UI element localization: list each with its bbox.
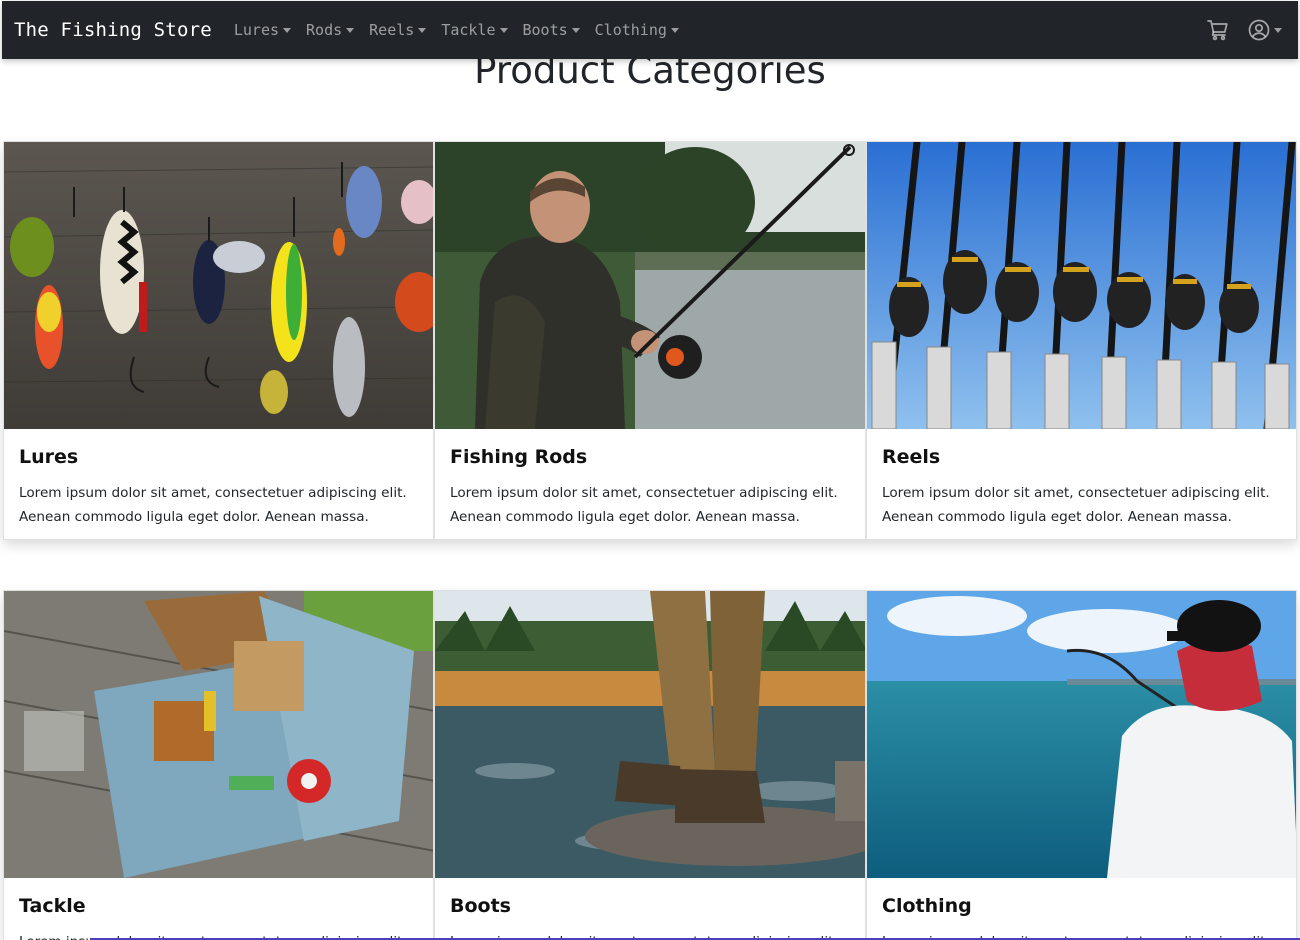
caret-down-icon [499, 28, 508, 33]
nav-item-label: Boots [522, 21, 568, 39]
card-title: Reels [882, 446, 941, 468]
card-body: Clothing Lorem ipsum dolor sit amet, con… [867, 878, 1296, 940]
caret-down-icon [418, 28, 427, 33]
account-dropdown[interactable] [1248, 19, 1282, 41]
caret-down-icon [571, 28, 580, 33]
nav-dropdown-rods[interactable]: Rods [306, 21, 355, 39]
card-text: Lorem ipsum dolor sit amet, consectetuer… [450, 485, 838, 525]
caret-down-icon [1274, 28, 1282, 33]
card-text: Lorem ipsum dolor sit amet, consectetuer… [19, 485, 407, 525]
nav-dropdown-boots[interactable]: Boots [523, 21, 580, 39]
nav-menu: Lures Rods Reels Tackle Boots Clothing [234, 21, 694, 39]
cart-icon[interactable] [1206, 18, 1230, 42]
nav-item-label: Reels [369, 21, 415, 39]
category-card-lures[interactable]: Lures Lorem ipsum dolor sit amet, consec… [3, 141, 434, 540]
user-circle-icon [1248, 19, 1270, 41]
rods-and-reels-photo [867, 142, 1296, 429]
nav-dropdown-lures[interactable]: Lures [233, 21, 292, 39]
card-body: Fishing Rods Lorem ipsum dolor sit amet,… [435, 429, 865, 529]
caret-down-icon [346, 28, 355, 33]
category-card-clothing[interactable]: Clothing Lorem ipsum dolor sit amet, con… [866, 590, 1297, 940]
nav-item-label: Rods [306, 21, 343, 39]
nav-dropdown-tackle[interactable]: Tackle [441, 21, 508, 39]
brand-link[interactable]: The Fishing Store [14, 19, 212, 41]
card-title: Tackle [19, 895, 86, 917]
card-title: Lures [19, 446, 79, 468]
top-navbar: The Fishing Store Lures Rods Reels Tackl… [2, 1, 1298, 59]
card-body: Boots Lorem ipsum dolor sit amet, consec… [435, 878, 865, 940]
caret-down-icon [283, 28, 292, 33]
nav-item-label: Tackle [441, 21, 496, 39]
card-body: Tackle Lorem ipsum dolor sit amet, conse… [4, 878, 433, 940]
category-card-reels[interactable]: Reels Lorem ipsum dolor sit amet, consec… [866, 141, 1297, 540]
wading-boots-photo [435, 591, 865, 878]
nav-dropdown-clothing[interactable]: Clothing [595, 21, 679, 39]
category-card-tackle[interactable]: Tackle Lorem ipsum dolor sit amet, conse… [3, 590, 434, 940]
category-card-fishing-rods[interactable]: Fishing Rods Lorem ipsum dolor sit amet,… [434, 141, 866, 540]
card-body: Lures Lorem ipsum dolor sit amet, consec… [4, 429, 433, 529]
angler-with-rod-photo [435, 142, 865, 429]
angler-at-sea-photo [867, 591, 1296, 878]
lures-photo [4, 142, 433, 429]
nav-item-label: Lures [233, 21, 280, 39]
card-text: Lorem ipsum dolor sit amet, consectetuer… [882, 485, 1270, 525]
nav-right [1206, 18, 1282, 42]
category-card-boots[interactable]: Boots Lorem ipsum dolor sit amet, consec… [434, 590, 866, 940]
card-title: Clothing [882, 895, 972, 917]
caret-down-icon [670, 28, 679, 33]
page: The Fishing Store Lures Rods Reels Tackl… [0, 0, 1300, 940]
tackle-box-photo [4, 591, 433, 878]
card-title: Fishing Rods [450, 446, 588, 468]
card-body: Reels Lorem ipsum dolor sit amet, consec… [867, 429, 1296, 529]
nav-item-label: Clothing [594, 21, 667, 39]
nav-dropdown-reels[interactable]: Reels [369, 21, 427, 39]
card-title: Boots [450, 895, 511, 917]
